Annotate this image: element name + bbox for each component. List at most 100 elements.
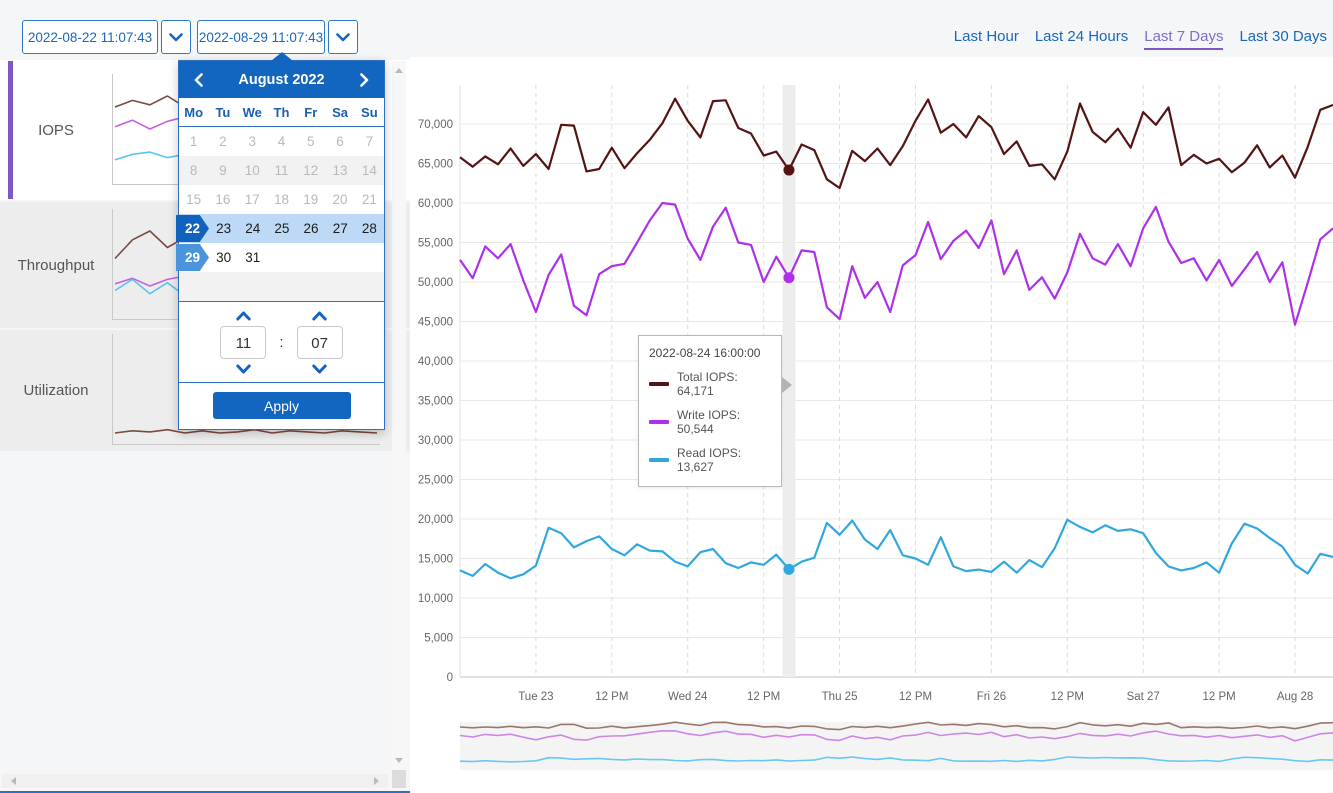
quick-range-last-24-hours[interactable]: Last 24 Hours	[1035, 28, 1128, 50]
calendar-day-27[interactable]: 27	[326, 221, 355, 236]
chevron-down-icon	[336, 33, 350, 42]
calendar-day-7: 7	[355, 134, 384, 149]
calendar-week-row: 1234567	[179, 127, 384, 156]
calendar-day-1: 1	[179, 134, 208, 149]
iops-time-series-chart[interactable]: 0 5,000 10,000 15,000 20,000 25,000 30,000 35,0…	[410, 57, 1333, 793]
hour-spinner: 11	[220, 311, 266, 374]
end-datetime-input[interactable]	[197, 20, 325, 54]
apply-button[interactable]: Apply	[213, 392, 351, 419]
tooltip-series-value: Total IOPS: 64,171	[677, 370, 771, 398]
minute-input[interactable]: 07	[297, 326, 343, 359]
start-datetime-dropdown-button[interactable]	[161, 20, 191, 54]
y-axis-label: 15,000	[418, 554, 453, 566]
minute-down-button[interactable]	[312, 364, 327, 374]
y-axis-label: 25,000	[418, 475, 453, 487]
weekday-sa: Sa	[325, 105, 354, 120]
weekday-su: Su	[355, 105, 384, 120]
calendar-day-30[interactable]: 30	[209, 250, 238, 265]
panel-vertical-scrollbar[interactable]	[392, 61, 406, 770]
minute-spinner: 07	[297, 311, 343, 374]
calendar-day-26[interactable]: 26	[296, 221, 325, 236]
quick-range-links: Last Hour Last 24 Hours Last 7 Days Last 30…	[954, 28, 1327, 50]
chevron-up-icon	[312, 311, 327, 321]
start-datetime-group	[22, 20, 191, 54]
calendar-day-25[interactable]: 25	[267, 221, 296, 236]
tooltip-series-row: Read IOPS: 13,627	[649, 446, 771, 474]
y-axis-label: 70,000	[418, 119, 453, 131]
minute-up-button[interactable]	[312, 311, 327, 321]
calendar-day-24[interactable]: 24	[238, 221, 267, 236]
time-separator: :	[279, 334, 283, 351]
chart-navigator[interactable]	[460, 722, 1333, 770]
y-axis-label: 50,000	[418, 277, 453, 289]
popup-notch-icon	[271, 52, 293, 61]
calendar-day-23[interactable]: 23	[209, 221, 238, 236]
y-axis-label: 55,000	[418, 238, 453, 250]
weekday-tu: Tu	[208, 105, 237, 120]
hover-marker-dot	[783, 165, 794, 176]
quick-range-last-hour[interactable]: Last Hour	[954, 28, 1019, 50]
calendar-day-20: 20	[325, 192, 354, 207]
panel-horizontal-scrollbar[interactable]	[2, 774, 388, 788]
calendar-month-title: August 2022	[238, 72, 324, 88]
calendar-day-29[interactable]: 29	[176, 244, 209, 271]
calendar-day-9: 9	[208, 163, 237, 178]
x-axis-label: 12 PM	[595, 691, 628, 703]
calendar-grid: 1234567891011121314151617181920212223242…	[179, 127, 384, 301]
calendar-day-5: 5	[296, 134, 325, 149]
calendar-header: August 2022	[179, 61, 384, 98]
x-axis-label: Wed 24	[668, 691, 708, 703]
quick-range-last-30-days[interactable]: Last 30 Days	[1239, 28, 1327, 50]
weekday-header-row: MoTuWeThFrSaSu	[179, 98, 384, 127]
hour-input[interactable]: 11	[220, 326, 266, 359]
chevron-left-icon	[194, 73, 203, 87]
hour-down-button[interactable]	[236, 364, 251, 374]
y-axis-label: 20,000	[418, 514, 453, 526]
quick-range-last-7-days[interactable]: Last 7 Days	[1144, 28, 1223, 50]
tooltip-series-value: Write IOPS: 50,544	[677, 408, 771, 436]
x-axis-label: Sat 27	[1127, 691, 1160, 703]
calendar-day-31[interactable]: 31	[238, 250, 267, 265]
chevron-up-icon	[236, 311, 251, 321]
x-axis-label: 12 PM	[899, 691, 932, 703]
calendar-day-21: 21	[355, 192, 384, 207]
calendar-day-8: 8	[179, 163, 208, 178]
x-axis-label: Tue 23	[518, 691, 553, 703]
total-iops-line	[460, 99, 1333, 188]
x-axis-label: Fri 26	[977, 691, 1006, 703]
weekday-fr: Fr	[296, 105, 325, 120]
metric-label: Throughput	[0, 257, 112, 274]
calendar-day-17: 17	[238, 192, 267, 207]
y-axis-label: 30,000	[418, 435, 453, 447]
calendar-week-row: 891011121314	[179, 156, 384, 185]
y-axis-label: 10,000	[418, 593, 453, 605]
tooltip-rows: Total IOPS: 64,171 Write IOPS: 50,544 Read…	[649, 370, 771, 474]
prev-month-button[interactable]	[192, 71, 205, 89]
calendar-day-3: 3	[238, 134, 267, 149]
calendar-week-row: 22232425262728	[179, 214, 384, 243]
tooltip-arrow-icon	[782, 377, 792, 393]
metric-label: Utilization	[0, 382, 112, 399]
y-axis-label: 35,000	[418, 396, 453, 408]
series-color-swatch	[649, 458, 669, 462]
tooltip-series-row: Total IOPS: 64,171	[649, 370, 771, 398]
calendar-day-13: 13	[325, 163, 354, 178]
read-iops-line	[460, 520, 1333, 579]
x-axis-label: Aug 28	[1277, 691, 1313, 703]
calendar-day-28[interactable]: 28	[355, 221, 384, 236]
calendar-day-22[interactable]: 22	[176, 215, 209, 242]
hour-up-button[interactable]	[236, 311, 251, 321]
y-axis-label: 5,000	[424, 633, 453, 645]
x-axis-label: Thu 25	[822, 691, 858, 703]
calendar-week-row: 15161718192021	[179, 185, 384, 214]
y-axis-label: 0	[447, 672, 453, 684]
x-axis-label: 12 PM	[747, 691, 780, 703]
calendar-day-2: 2	[208, 134, 237, 149]
next-month-button[interactable]	[358, 71, 371, 89]
start-datetime-input[interactable]	[22, 20, 158, 54]
calendar-day-16: 16	[208, 192, 237, 207]
tooltip-series-value: Read IOPS: 13,627	[677, 446, 771, 474]
end-datetime-dropdown-button[interactable]	[328, 20, 358, 54]
y-axis-label: 60,000	[418, 198, 453, 210]
x-axis-label: 12 PM	[1051, 691, 1084, 703]
